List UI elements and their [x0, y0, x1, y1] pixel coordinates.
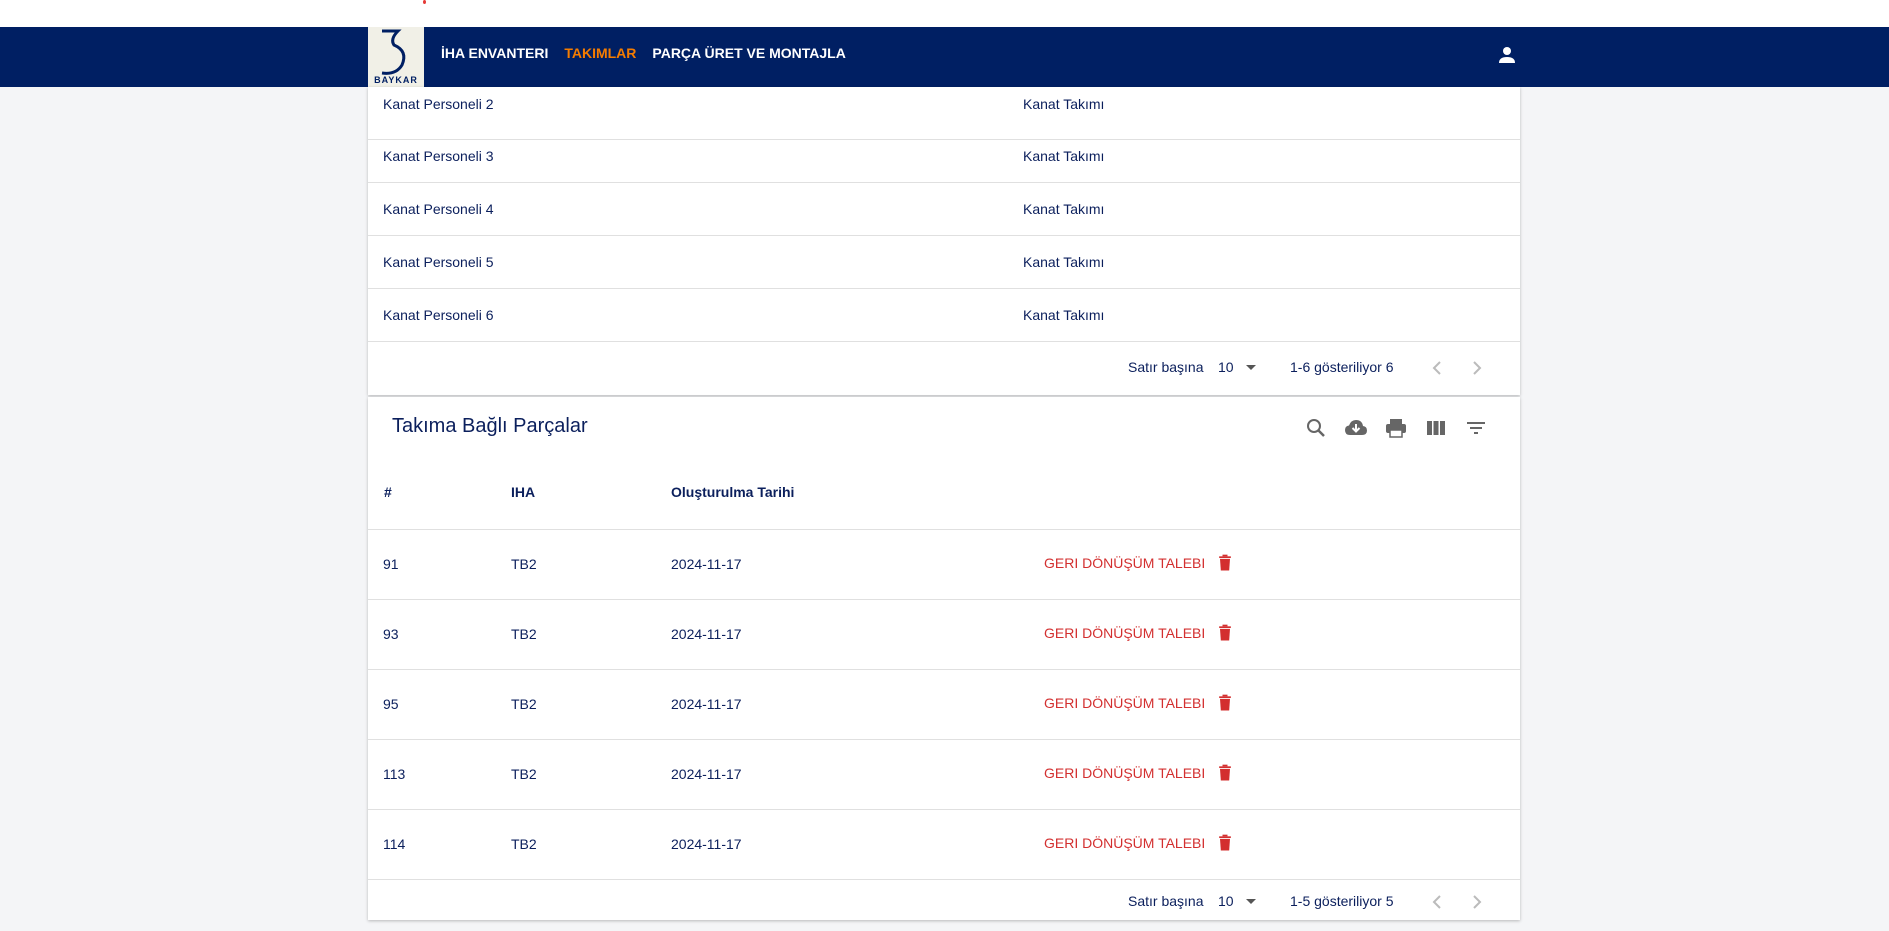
table-row: 93 TB2 2024-11-17 GERI DÖNÜŞÜM TALEBI: [368, 600, 1520, 670]
member-team: Kanat Takımı: [1023, 307, 1105, 323]
table-row: 91 TB2 2024-11-17 GERI DÖNÜŞÜM TALEBI: [368, 530, 1520, 600]
part-id: 113: [383, 766, 406, 782]
member-team: Kanat Takımı: [1023, 201, 1105, 217]
table-row: 95 TB2 2024-11-17 GERI DÖNÜŞÜM TALEBI: [368, 670, 1520, 740]
logo-text: BAYKAR: [374, 75, 418, 85]
part-iha: TB2: [511, 836, 537, 852]
member-name: Kanat Personeli 4: [383, 201, 494, 217]
part-id: 91: [383, 556, 399, 572]
trash-icon: [1219, 694, 1232, 711]
member-team: Kanat Takımı: [1023, 254, 1105, 270]
part-date: 2024-11-17: [671, 766, 742, 782]
chevron-right-icon[interactable]: [1465, 890, 1489, 914]
chevron-left-icon[interactable]: [1425, 890, 1449, 914]
member-name: Kanat Personeli 2: [383, 96, 494, 112]
filter-icon[interactable]: [1464, 416, 1488, 440]
baykar-logo[interactable]: BAYKAR: [368, 27, 424, 87]
part-date: 2024-11-17: [671, 696, 742, 712]
members-table: Kanat Personeli 2 Kanat Takımı Kanat Per…: [368, 87, 1520, 395]
logo-mark-icon: [381, 29, 406, 75]
recycle-request-label: GERI DÖNÜŞÜM TALEBI: [1044, 695, 1206, 711]
trash-icon: [1219, 764, 1232, 781]
recycle-request-label: GERI DÖNÜŞÜM TALEBI: [1044, 835, 1206, 851]
member-team: Kanat Takımı: [1023, 148, 1105, 164]
user-account-icon[interactable]: [1495, 43, 1519, 67]
trash-icon: [1219, 624, 1232, 641]
recycle-request-label: GERI DÖNÜŞÜM TALEBI: [1044, 625, 1206, 641]
table-row: 113 TB2 2024-11-17 GERI DÖNÜŞÜM TALEBI: [368, 740, 1520, 810]
recycle-request-label: GERI DÖNÜŞÜM TALEBI: [1044, 555, 1206, 571]
table-row: 114 TB2 2024-11-17 GERI DÖNÜŞÜM TALEBI: [368, 810, 1520, 880]
table-row: Kanat Personeli 6 Kanat Takımı: [368, 289, 1520, 342]
column-header-id[interactable]: #: [384, 484, 392, 500]
top-strip: [0, 0, 1889, 27]
cloud-download-icon[interactable]: [1344, 416, 1368, 440]
pagination-range: 1-6 gösteriliyor 6: [1290, 359, 1394, 375]
nav-iha-envanteri[interactable]: İHA ENVANTERI: [441, 45, 548, 61]
part-iha: TB2: [511, 766, 537, 782]
part-id: 95: [383, 696, 399, 712]
recycle-request-button[interactable]: GERI DÖNÜŞÜM TALEBI: [1044, 833, 1235, 853]
rows-per-page-select[interactable]: 10: [1218, 359, 1256, 375]
nav-takimlar[interactable]: TAKIMLAR: [564, 45, 636, 61]
recycle-request-button[interactable]: GERI DÖNÜŞÜM TALEBI: [1044, 693, 1235, 713]
part-iha: TB2: [511, 556, 537, 572]
member-name: Kanat Personeli 5: [383, 254, 494, 270]
part-id: 114: [383, 836, 406, 852]
trash-icon: [1219, 554, 1232, 571]
rows-per-page-label: Satır başına: [1128, 359, 1204, 375]
rows-per-page-select[interactable]: 10: [1218, 893, 1256, 909]
column-header-date[interactable]: Oluşturulma Tarihi: [671, 484, 794, 500]
rows-per-page-value: 10: [1218, 359, 1234, 375]
recycle-request-button[interactable]: GERI DÖNÜŞÜM TALEBI: [1044, 553, 1235, 573]
chevron-right-icon[interactable]: [1465, 356, 1489, 380]
part-date: 2024-11-17: [671, 626, 742, 642]
part-date: 2024-11-17: [671, 836, 742, 852]
part-id: 93: [383, 626, 399, 642]
table-row: Kanat Personeli 3 Kanat Takımı: [368, 130, 1520, 183]
caret-down-icon: [1245, 898, 1256, 904]
nav-parca-uret[interactable]: PARÇA ÜRET VE MONTAJLA: [652, 45, 845, 61]
recycle-request-button[interactable]: GERI DÖNÜŞÜM TALEBI: [1044, 623, 1235, 643]
parts-table-title: Takıma Bağlı Parçalar: [392, 415, 588, 437]
part-iha: TB2: [511, 626, 537, 642]
nav-links: İHA ENVANTERI TAKIMLAR PARÇA ÜRET VE MON…: [441, 27, 846, 79]
navbar: [0, 27, 1889, 87]
print-icon[interactable]: [1384, 416, 1408, 440]
recycle-request-button[interactable]: GERI DÖNÜŞÜM TALEBI: [1044, 763, 1235, 783]
table-row: Kanat Personeli 4 Kanat Takımı: [368, 183, 1520, 236]
pagination-range: 1-5 gösteriliyor 5: [1290, 893, 1394, 909]
view-columns-icon[interactable]: [1424, 416, 1448, 440]
rows-per-page-value: 10: [1218, 893, 1234, 909]
members-pagination: Satır başına 10 1-6 gösteriliyor 6: [368, 342, 1520, 392]
table-row: Kanat Personeli 5 Kanat Takımı: [368, 236, 1520, 289]
column-header-iha[interactable]: IHA: [511, 484, 535, 500]
member-team: Kanat Takımı: [1023, 96, 1105, 112]
caret-down-icon: [1245, 364, 1256, 370]
red-dot: [423, 0, 426, 4]
part-iha: TB2: [511, 696, 537, 712]
chevron-left-icon[interactable]: [1425, 356, 1449, 380]
rows-per-page-label: Satır başına: [1128, 893, 1204, 909]
parts-table: Takıma Bağlı Parçalar # IHA Oluşturulma …: [368, 397, 1520, 920]
search-icon[interactable]: [1304, 416, 1328, 440]
member-name: Kanat Personeli 3: [383, 148, 494, 164]
member-name: Kanat Personeli 6: [383, 307, 494, 323]
part-date: 2024-11-17: [671, 556, 742, 572]
recycle-request-label: GERI DÖNÜŞÜM TALEBI: [1044, 765, 1206, 781]
trash-icon: [1219, 834, 1232, 851]
parts-pagination: Satır başına 10 1-5 gösteriliyor 5: [368, 881, 1520, 931]
